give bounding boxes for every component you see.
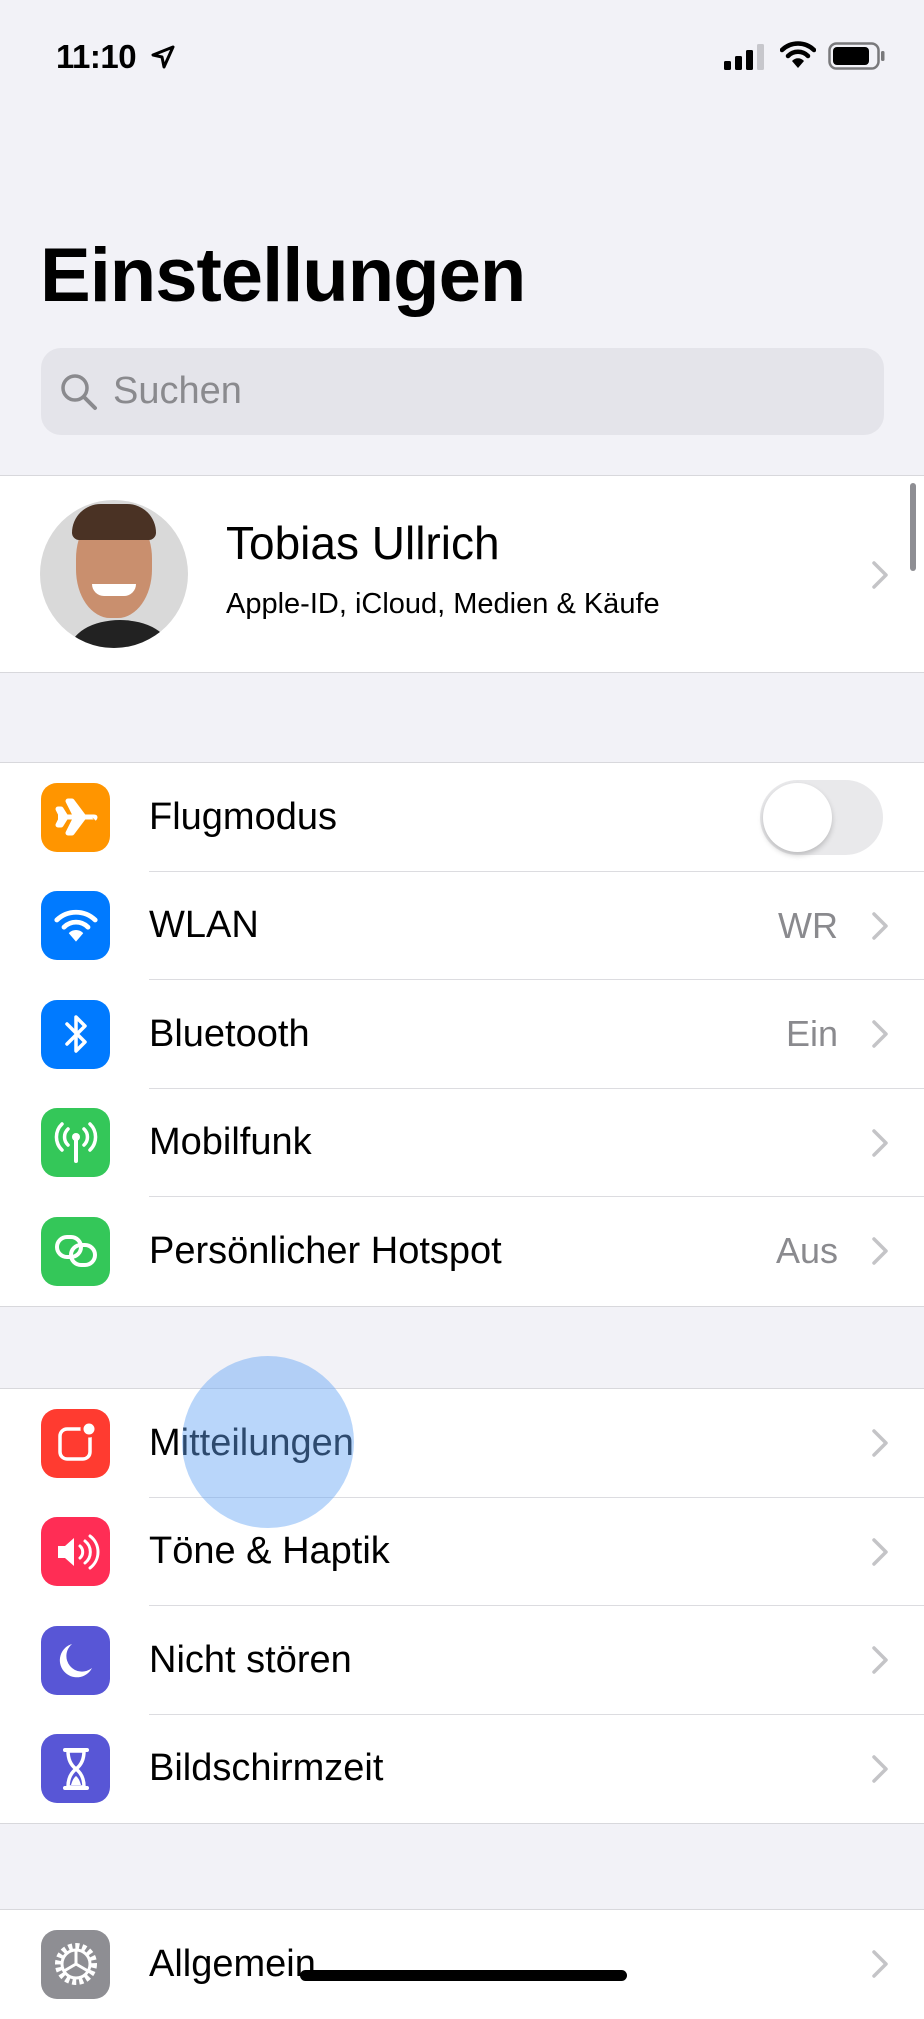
chevron-right-icon (872, 1646, 888, 1674)
row-value: Ein (785, 1013, 838, 1055)
chevron-right-icon (872, 1020, 888, 1048)
speaker-icon (41, 1517, 110, 1587)
search-placeholder: Suchen (113, 370, 242, 412)
profile-name: Tobias Ullrich (226, 517, 500, 569)
battery-icon (828, 42, 885, 70)
status-bar: 11:10 (0, 0, 924, 110)
general-group: Allgemein (0, 1909, 924, 2019)
page-title: Einstellungen (40, 233, 526, 318)
row-label: Allgemein (149, 1942, 316, 1985)
row-mitteilungen[interactable]: Mitteilungen (0, 1389, 924, 1498)
profile-subtitle: Apple-ID, iCloud, Medien & Käufe (226, 588, 660, 620)
row-wlan[interactable]: WLAN WR (0, 872, 924, 980)
chevron-right-icon (872, 1429, 888, 1457)
home-indicator[interactable] (300, 1970, 627, 1981)
profile-row[interactable]: Tobias Ullrich Apple-ID, iCloud, Medien … (0, 475, 924, 673)
chevron-right-icon (872, 1755, 888, 1783)
tap-indicator (182, 1356, 354, 1528)
row-label: Flugmodus (149, 795, 337, 838)
notifications-icon (41, 1408, 110, 1478)
chevron-right-icon (872, 1129, 888, 1157)
row-label: Bildschirmzeit (149, 1747, 384, 1790)
notifications-group: Mitteilungen Töne & Haptik Nicht stören … (0, 1388, 924, 1824)
chevron-right-icon (872, 561, 888, 589)
hotspot-icon (41, 1216, 110, 1286)
moon-icon (41, 1625, 110, 1695)
airplane-icon (41, 782, 110, 852)
chevron-right-icon (872, 912, 888, 940)
row-nicht-stoeren[interactable]: Nicht stören (0, 1606, 924, 1715)
connectivity-group: Flugmodus WLAN WR Bluetooth Ein Mobilfun… (0, 762, 924, 1307)
row-hotspot[interactable]: Persönlicher Hotspot Aus (0, 1197, 924, 1306)
row-allgemein[interactable]: Allgemein (0, 1910, 924, 2019)
gear-icon (41, 1929, 110, 1999)
chevron-right-icon (872, 1950, 888, 1978)
row-label: Nicht stören (149, 1638, 352, 1681)
airplane-mode-toggle[interactable] (760, 779, 883, 855)
chevron-right-icon (872, 1538, 888, 1566)
row-flugmodus[interactable]: Flugmodus (0, 763, 924, 872)
row-label: Mobilfunk (149, 1121, 312, 1164)
row-bluetooth[interactable]: Bluetooth Ein (0, 980, 924, 1089)
search-icon (61, 373, 97, 410)
cellular-signal-icon (724, 44, 764, 70)
row-bildschirmzeit[interactable]: Bildschirmzeit (0, 1715, 924, 1824)
wifi-status-icon (780, 41, 816, 68)
row-label: WLAN (149, 904, 259, 947)
status-time: 11:10 (56, 38, 137, 75)
row-value: Aus (775, 1230, 838, 1272)
chevron-right-icon (872, 1237, 888, 1265)
antenna-icon (41, 1108, 110, 1178)
row-label: Persönlicher Hotspot (149, 1229, 502, 1272)
row-label: Bluetooth (149, 1012, 310, 1055)
hourglass-icon (41, 1734, 110, 1804)
search-input[interactable]: Suchen (41, 348, 884, 435)
row-mobilfunk[interactable]: Mobilfunk (0, 1089, 924, 1197)
row-toene-haptik[interactable]: Töne & Haptik (0, 1498, 924, 1606)
avatar (40, 500, 188, 648)
row-label: Töne & Haptik (149, 1530, 390, 1573)
row-value: WR (778, 904, 838, 946)
location-arrow-icon (151, 45, 175, 69)
scrollbar[interactable] (910, 483, 916, 571)
bluetooth-icon (41, 999, 110, 1069)
wifi-icon (41, 891, 110, 961)
